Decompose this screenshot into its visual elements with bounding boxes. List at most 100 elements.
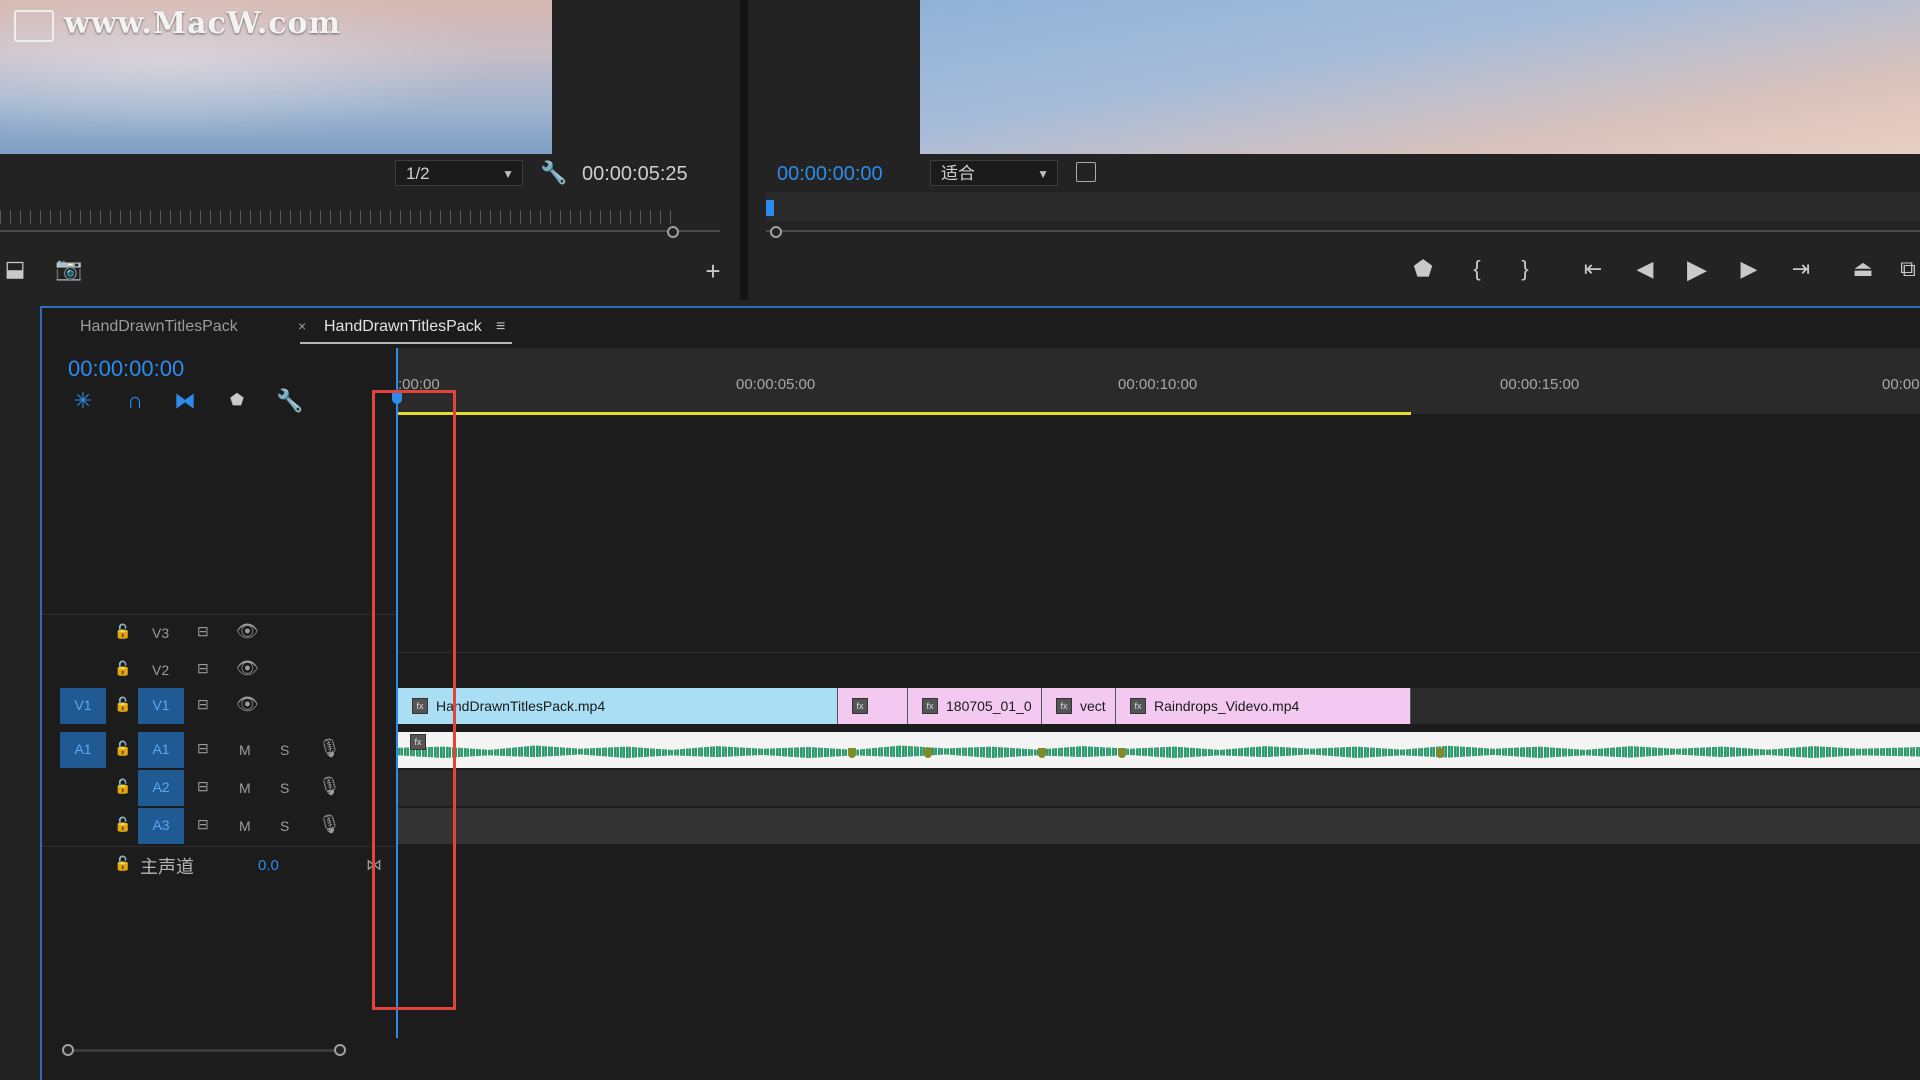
- lift-icon[interactable]: ⏏: [1848, 256, 1878, 282]
- source-scroll-handle[interactable]: [667, 226, 679, 238]
- settings-toggle-icon[interactable]: [1076, 162, 1096, 182]
- go-to-in-icon[interactable]: ⇤: [1578, 256, 1608, 282]
- step-forward-icon[interactable]: ▶︎: [1734, 256, 1764, 282]
- track-label[interactable]: A3: [138, 808, 184, 844]
- lock-icon[interactable]: 🔓: [114, 740, 131, 757]
- track-label[interactable]: V1: [138, 688, 184, 724]
- master-track-label: 主声道: [140, 857, 194, 877]
- play-icon[interactable]: ▶: [1682, 254, 1712, 285]
- mark-out-icon[interactable]: }: [1510, 256, 1540, 282]
- fx-badge-icon: fx: [1130, 698, 1146, 715]
- add-button-icon[interactable]: +: [698, 256, 728, 287]
- tab-sequence-1[interactable]: HandDrawnTitlesPack: [80, 318, 238, 336]
- marker-icon[interactable]: ⬟: [1408, 256, 1438, 282]
- track-label[interactable]: A1: [138, 732, 184, 768]
- sync-lock-icon[interactable]: ⊟: [197, 778, 209, 795]
- source-time-ruler[interactable]: [0, 210, 680, 224]
- zoom-handle-right[interactable]: [334, 1044, 346, 1056]
- sync-lock-icon[interactable]: ⊟: [197, 816, 209, 833]
- annotation-highlight-box: [372, 390, 456, 1010]
- source-patch-v1[interactable]: V1: [60, 688, 106, 724]
- tab-sequence-2[interactable]: HandDrawnTitlesPack: [324, 318, 482, 336]
- microphone-icon[interactable]: 🎙: [318, 738, 341, 759]
- track-label[interactable]: A2: [138, 770, 184, 806]
- lane-a2: [396, 770, 1920, 806]
- audio-keyframe[interactable]: [924, 748, 932, 758]
- audio-keyframe[interactable]: [1118, 748, 1126, 758]
- lock-icon[interactable]: 🔓: [114, 696, 131, 713]
- audio-keyframe[interactable]: [848, 748, 856, 758]
- clip-v1-5[interactable]: fx Raindrops_Videvo.mp4: [1116, 688, 1411, 724]
- track-header-master: 🔓 主声道 0.0 ⋈: [42, 846, 396, 883]
- track-label[interactable]: V2: [152, 662, 169, 678]
- eye-icon[interactable]: 👁: [236, 658, 259, 679]
- microphone-icon[interactable]: 🎙: [318, 814, 341, 835]
- source-zoom-dropdown[interactable]: 1/2 ▼: [395, 160, 523, 186]
- program-scroll-handle[interactable]: [770, 226, 782, 238]
- chevron-down-icon: ▼: [502, 167, 514, 181]
- timeline-timecode[interactable]: 00:00:00:00: [68, 356, 184, 382]
- lane-a3: [396, 808, 1920, 844]
- eye-icon[interactable]: 👁: [236, 621, 259, 642]
- clip-label: HandDrawnTitlesPack.mp4: [436, 698, 606, 714]
- fx-badge-icon: fx: [922, 698, 938, 715]
- sync-lock-icon[interactable]: ⊟: [197, 740, 209, 757]
- extract-icon[interactable]: ⧉: [1896, 256, 1920, 282]
- clip-label: vect: [1080, 698, 1106, 714]
- eye-icon[interactable]: 👁: [236, 694, 259, 715]
- wrench-icon[interactable]: 🔧: [540, 160, 567, 186]
- program-timecode[interactable]: 00:00:00:00: [777, 163, 883, 186]
- audio-keyframe[interactable]: [1436, 748, 1444, 758]
- linked-selection-icon[interactable]: ⧓: [172, 388, 198, 414]
- audio-clip-a1[interactable]: fx: [398, 732, 1920, 768]
- lock-icon[interactable]: 🔓: [114, 816, 131, 833]
- lock-icon[interactable]: 🔓: [114, 855, 131, 872]
- audio-keyframe[interactable]: [1038, 748, 1046, 758]
- timeline-settings-icon[interactable]: 🔧: [276, 388, 303, 414]
- close-tab-icon[interactable]: ×: [298, 318, 306, 334]
- camera-icon[interactable]: 📷: [54, 256, 84, 282]
- snap-icon[interactable]: ∩: [122, 388, 148, 414]
- clip-v1-1[interactable]: fx HandDrawnTitlesPack.mp4: [398, 688, 838, 724]
- master-volume-value[interactable]: 0.0: [258, 857, 279, 874]
- zoom-handle-left[interactable]: [62, 1044, 74, 1056]
- add-marker-icon[interactable]: ⬟: [224, 390, 250, 410]
- mute-button[interactable]: M: [239, 818, 251, 834]
- clip-v1-2[interactable]: fx: [838, 688, 908, 724]
- mute-button[interactable]: M: [239, 780, 251, 796]
- sync-lock-icon[interactable]: ⊟: [197, 696, 209, 713]
- solo-button[interactable]: S: [280, 780, 289, 796]
- solo-button[interactable]: S: [280, 818, 289, 834]
- step-back-icon[interactable]: ◀︎: [1630, 256, 1660, 282]
- microphone-icon[interactable]: 🎙: [318, 776, 341, 797]
- fit-dropdown[interactable]: 适合 ▼: [930, 160, 1058, 186]
- sync-lock-icon[interactable]: ⊟: [197, 660, 209, 677]
- track-header-v1: V1 🔓 V1 ⊟ 👁: [42, 688, 396, 724]
- sync-lock-icon[interactable]: ⊟: [197, 623, 209, 640]
- lock-icon[interactable]: 🔓: [114, 623, 131, 640]
- lock-icon[interactable]: 🔓: [114, 778, 131, 795]
- work-area-bar[interactable]: [398, 412, 1411, 415]
- program-scrollbar[interactable]: [766, 230, 1920, 232]
- track-label[interactable]: V3: [152, 625, 169, 641]
- clip-label: Raindrops_Videvo.mp4: [1154, 698, 1300, 714]
- program-playhead[interactable]: [766, 200, 774, 216]
- clip-v1-4[interactable]: fx vect: [1042, 688, 1116, 724]
- source-patch-a1[interactable]: A1: [60, 732, 106, 768]
- lock-icon[interactable]: 🔓: [114, 660, 131, 677]
- clip-v1-3[interactable]: fx 180705_01_0: [908, 688, 1042, 724]
- track-header-v2: 🔓 V2 ⊟ 👁: [42, 652, 396, 688]
- track-header-a3: 🔓 A3 ⊟ M S 🎙: [42, 808, 396, 844]
- nest-icon[interactable]: ✳: [70, 388, 96, 414]
- panel-menu-icon[interactable]: ≡: [496, 318, 505, 336]
- program-time-ruler[interactable]: [766, 192, 1920, 222]
- fx-badge-icon: fx: [1056, 698, 1072, 715]
- source-scrollbar[interactable]: [0, 230, 720, 232]
- insert-icon[interactable]: ⬓: [0, 256, 30, 282]
- monitor-divider[interactable]: [740, 0, 748, 300]
- timeline-zoom-scrollbar[interactable]: [68, 1049, 340, 1052]
- mute-button[interactable]: M: [239, 742, 251, 758]
- mark-in-icon[interactable]: {: [1462, 256, 1492, 282]
- solo-button[interactable]: S: [280, 742, 289, 758]
- go-to-out-icon[interactable]: ⇥: [1786, 256, 1816, 282]
